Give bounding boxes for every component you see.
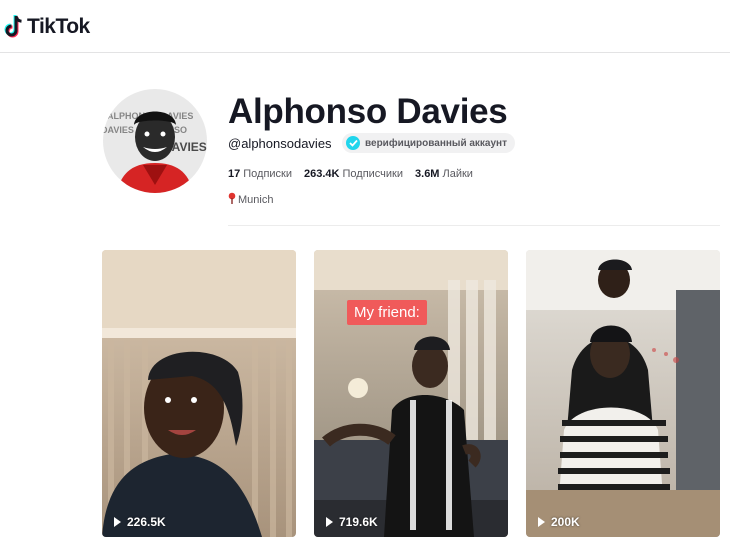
profile-stats: 17 Подписки 263.4K Подписчики 3.6M Лайки bbox=[228, 168, 473, 180]
video-thumbnail bbox=[314, 250, 508, 537]
verified-badge: верифицированный аккаунт bbox=[342, 133, 515, 153]
stat-likes: 3.6M Лайки bbox=[415, 168, 473, 180]
video-thumbnail bbox=[102, 250, 296, 537]
play-icon bbox=[326, 517, 333, 527]
view-count: 719.6K bbox=[326, 515, 378, 529]
verified-check-icon bbox=[346, 136, 360, 150]
stat-following[interactable]: 17 Подписки bbox=[228, 168, 292, 180]
view-count: 200K bbox=[538, 515, 580, 529]
video-card[interactable]: 200K bbox=[526, 250, 720, 537]
avatar[interactable]: ALPHONSO DAVIES DAVIES ALPHONSO DAVIES bbox=[103, 89, 207, 193]
top-bar: TikTok bbox=[0, 0, 730, 53]
stat-label: Лайки bbox=[442, 168, 473, 180]
play-icon bbox=[538, 517, 545, 527]
tiktok-logo[interactable]: TikTok bbox=[4, 14, 90, 40]
view-count-value: 719.6K bbox=[339, 515, 378, 529]
tiktok-logo-icon bbox=[4, 15, 24, 39]
stat-label: Подписчики bbox=[342, 168, 404, 180]
stat-followers[interactable]: 263.4K Подписчики bbox=[304, 168, 403, 180]
location-text: Munich bbox=[238, 193, 274, 206]
stat-label: Подписки bbox=[243, 168, 293, 180]
location-pin-icon bbox=[228, 192, 236, 207]
stat-value: 17 bbox=[228, 168, 241, 180]
verified-label: верифицированный аккаунт bbox=[365, 137, 507, 149]
divider bbox=[228, 225, 720, 226]
video-thumbnail bbox=[526, 250, 720, 537]
video-card[interactable]: 226.5K bbox=[102, 250, 296, 537]
stat-value: 3.6M bbox=[415, 168, 440, 180]
play-icon bbox=[114, 517, 121, 527]
profile-handle: @alphonsodavies bbox=[228, 136, 332, 151]
view-count-value: 200K bbox=[551, 515, 580, 529]
profile-name: Alphonso Davies bbox=[228, 92, 508, 131]
view-count: 226.5K bbox=[114, 515, 166, 529]
location: Munich bbox=[228, 192, 273, 207]
stat-value: 263.4K bbox=[304, 168, 340, 180]
brand-name: TikTok bbox=[27, 15, 90, 38]
view-count-value: 226.5K bbox=[127, 515, 166, 529]
video-caption-overlay: My friend: bbox=[347, 300, 427, 325]
video-card[interactable]: My friend: 719.6K bbox=[314, 250, 508, 537]
